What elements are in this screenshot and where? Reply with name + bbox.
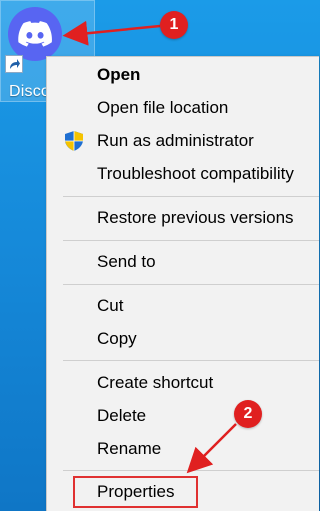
- discord-logo-icon: [8, 7, 62, 61]
- shortcut-arrow-icon: [5, 55, 23, 73]
- menu-item-label: Cut: [97, 296, 124, 315]
- menu-item-copy[interactable]: Copy: [47, 323, 319, 355]
- menu-item-label: Run as administrator: [97, 131, 254, 150]
- menu-item-label: Restore previous versions: [97, 208, 294, 227]
- step-1-badge: 1: [160, 11, 188, 39]
- menu-item-label: Create shortcut: [97, 373, 214, 392]
- menu-item-label: Properties: [72, 476, 199, 508]
- menu-item-label: Delete: [97, 406, 147, 425]
- menu-separator: [63, 284, 319, 285]
- menu-item-restore-previous-versions[interactable]: Restore previous versions: [47, 202, 319, 234]
- menu-item-send-to[interactable]: Send to: [47, 246, 319, 278]
- menu-separator: [63, 240, 319, 241]
- menu-item-troubleshoot-compatibility[interactable]: Troubleshoot compatibility: [47, 158, 319, 190]
- uac-shield-icon: [63, 130, 85, 152]
- menu-item-properties[interactable]: Properties: [47, 476, 319, 508]
- menu-item-label: Open file location: [97, 98, 229, 117]
- menu-separator: [63, 360, 319, 361]
- menu-item-label: Send to: [97, 252, 156, 271]
- menu-item-cut[interactable]: Cut: [47, 290, 319, 322]
- menu-separator: [63, 196, 319, 197]
- context-menu: Open Open file location Run as administr…: [46, 56, 319, 511]
- menu-separator: [63, 470, 319, 471]
- menu-item-create-shortcut[interactable]: Create shortcut: [47, 367, 319, 399]
- menu-item-run-as-administrator[interactable]: Run as administrator: [47, 125, 319, 157]
- menu-item-label: Open: [97, 65, 141, 84]
- menu-item-label: Rename: [97, 439, 162, 458]
- menu-item-open-file-location[interactable]: Open file location: [47, 92, 319, 124]
- menu-item-label: Troubleshoot compatibility: [97, 164, 294, 183]
- menu-item-open[interactable]: Open: [47, 59, 319, 91]
- step-2-badge: 2: [234, 400, 262, 428]
- menu-item-delete[interactable]: Delete: [47, 400, 319, 432]
- menu-item-rename[interactable]: Rename: [47, 433, 319, 465]
- menu-item-label: Copy: [97, 329, 137, 348]
